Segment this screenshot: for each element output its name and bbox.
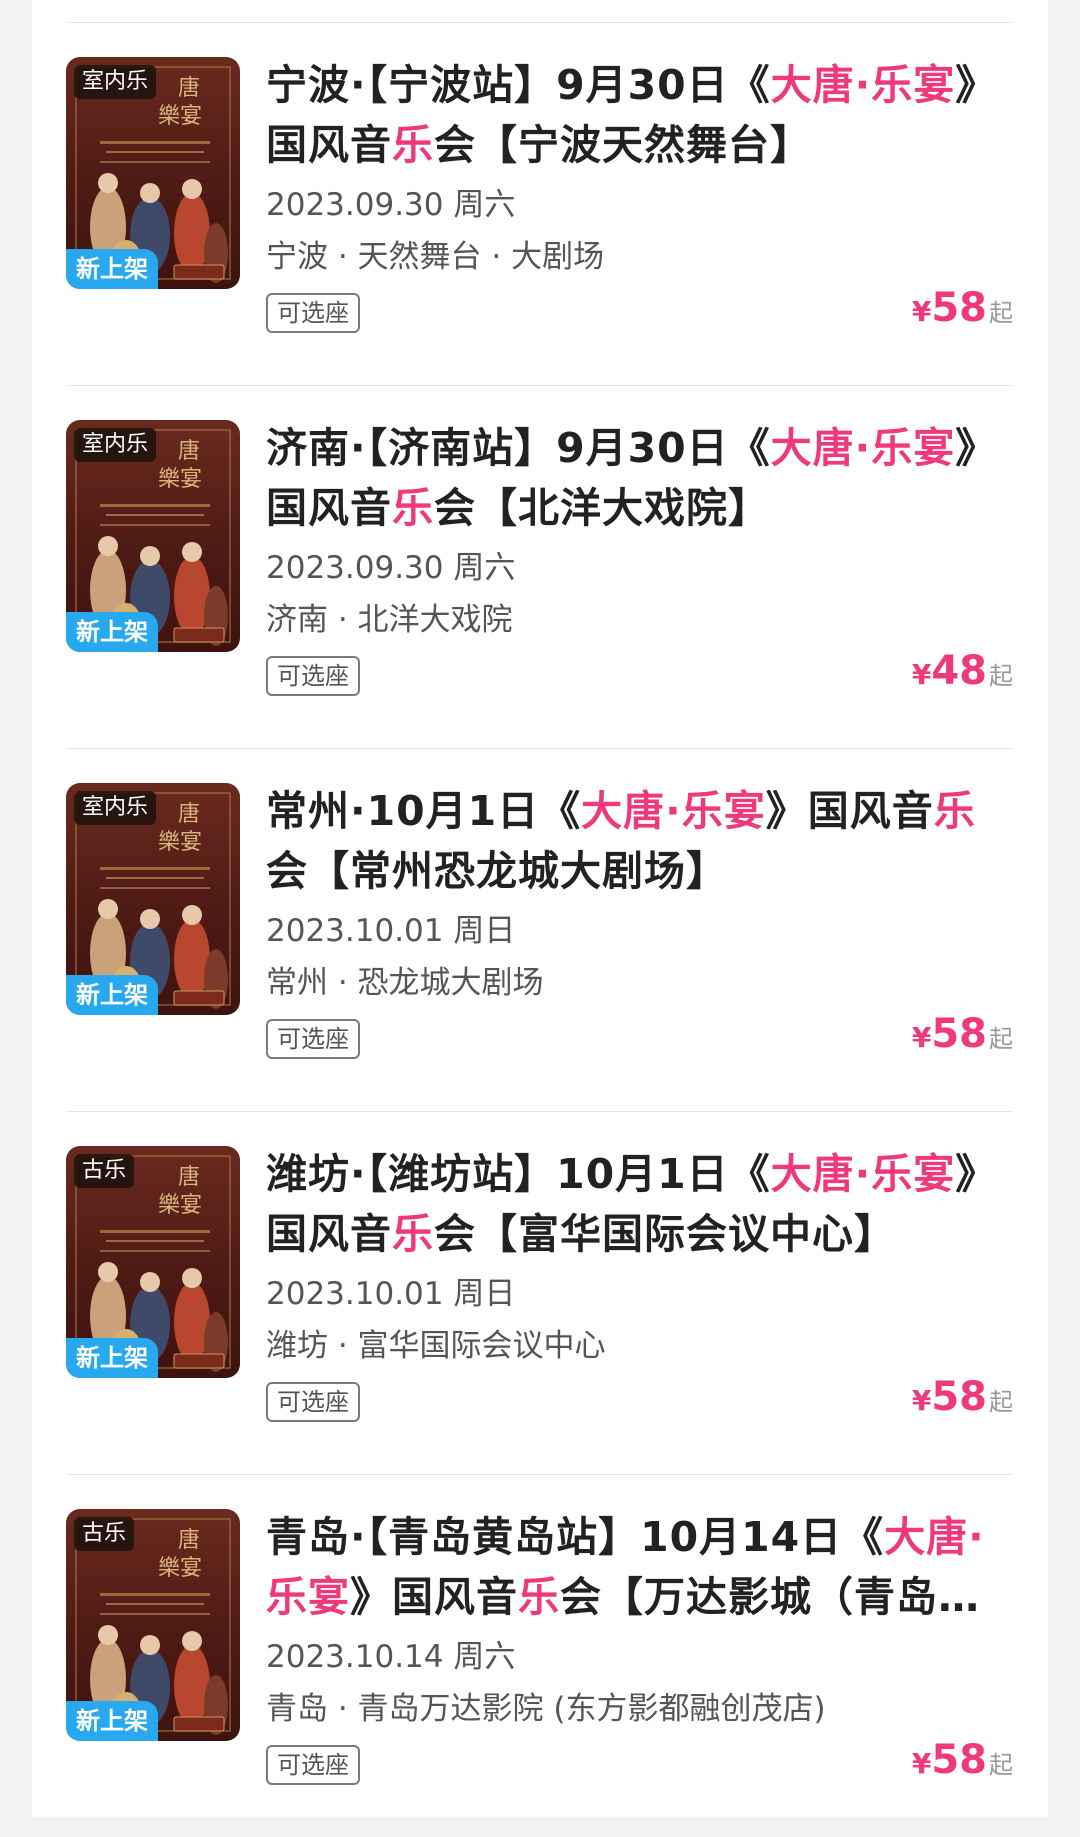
event-price: ¥58起: [912, 1374, 1013, 1420]
event-venue: 济南 · 北洋大戏院: [266, 602, 513, 638]
event-poster[interactable]: 唐 樂宴 室内乐 新上架: [66, 57, 240, 289]
event-poster[interactable]: 唐 樂宴 古乐 新上架: [66, 1146, 240, 1378]
category-tag: 室内乐: [74, 791, 157, 825]
title-text: 会【宁波天然舞台】: [434, 121, 812, 169]
title-text: 青岛·【青岛黄岛站】10月14日《: [266, 1513, 885, 1561]
event-price: ¥48起: [912, 648, 1013, 694]
seat-selectable-badge: 可选座: [266, 656, 360, 696]
category-tag: 室内乐: [74, 428, 157, 462]
svg-text:唐: 唐: [178, 1165, 200, 1190]
category-tag: 室内乐: [74, 65, 157, 99]
seat-selectable-badge: 可选座: [266, 293, 360, 333]
price-currency: ¥: [911, 1021, 932, 1054]
title-text: 潍坊·【潍坊站】10月1日《: [266, 1150, 771, 1198]
title-text: 宁波·【宁波站】9月30日《: [266, 61, 771, 109]
new-badge: 新上架: [66, 1701, 158, 1741]
title-highlight: 乐: [518, 1573, 560, 1621]
event-title[interactable]: 常州·10月1日《大唐·乐宴》国风音乐会【常州恐龙城大剧场】: [266, 781, 1006, 901]
event-venue: 常州 · 恐龙城大剧场: [266, 965, 544, 1001]
event-venue: 宁波 · 天然舞台 · 大剧场: [266, 239, 605, 275]
title-highlight: 大唐·乐宴: [770, 1150, 956, 1198]
event-poster[interactable]: 唐 樂宴 室内乐 新上架: [66, 420, 240, 652]
price-value: 48: [931, 648, 987, 694]
price-currency: ¥: [911, 1384, 932, 1417]
new-badge: 新上架: [66, 249, 158, 289]
event-price: ¥58起: [912, 1737, 1013, 1783]
event-card[interactable]: 唐 樂宴 室内乐 新上架 济南·【济南站】9月30日《大唐·乐宴》国风音乐会【北…: [66, 386, 1013, 748]
svg-text:樂宴: 樂宴: [158, 1556, 202, 1581]
title-highlight: 乐: [392, 1210, 434, 1258]
seat-selectable-badge: 可选座: [266, 1019, 360, 1059]
event-card[interactable]: 唐 樂宴 室内乐 新上架 常州·10月1日《大唐·乐宴》国风音乐会【常州恐龙城大…: [66, 749, 1013, 1111]
event-price: ¥58起: [912, 285, 1013, 331]
seat-selectable-badge: 可选座: [266, 1382, 360, 1422]
event-date: 2023.10.01 周日: [266, 913, 516, 949]
price-currency: ¥: [911, 1747, 932, 1780]
price-value: 58: [931, 1011, 987, 1057]
title-text: 会【常州恐龙城大剧场】: [266, 847, 728, 895]
price-currency: ¥: [911, 658, 932, 691]
title-highlight: 大唐·乐宴: [770, 424, 956, 472]
new-badge: 新上架: [66, 1338, 158, 1378]
title-text: 济南·【济南站】9月30日《: [266, 424, 771, 472]
event-poster[interactable]: 唐 樂宴 室内乐 新上架: [66, 783, 240, 1015]
category-tag: 古乐: [74, 1154, 135, 1188]
price-suffix: 起: [989, 662, 1013, 690]
event-price: ¥58起: [912, 1011, 1013, 1057]
event-date: 2023.09.30 周六: [266, 187, 516, 223]
title-highlight: 大唐·乐宴: [770, 61, 956, 109]
title-highlight: 乐: [933, 787, 976, 835]
title-text: 》国风音: [350, 1573, 518, 1621]
price-suffix: 起: [989, 299, 1013, 327]
event-poster[interactable]: 唐 樂宴 古乐 新上架: [66, 1509, 240, 1741]
title-highlight: 大唐·乐宴: [581, 787, 766, 835]
svg-text:樂宴: 樂宴: [158, 104, 202, 129]
event-title[interactable]: 潍坊·【潍坊站】10月1日《大唐·乐宴》国风音乐会【富华国际会议中心】: [266, 1144, 1006, 1264]
price-value: 58: [931, 1374, 987, 1420]
title-highlight: 乐: [392, 121, 434, 169]
title-text: 》国风音: [765, 787, 934, 835]
event-title[interactable]: 宁波·【宁波站】9月30日《大唐·乐宴》国风音乐会【宁波天然舞台】: [266, 55, 1006, 175]
event-title[interactable]: 青岛·【青岛黄岛站】10月14日《大唐·乐宴》国风音乐会【万达影城（青岛东方影都…: [266, 1507, 1006, 1627]
event-date: 2023.10.14 周六: [266, 1639, 516, 1675]
new-badge: 新上架: [66, 612, 158, 652]
svg-text:唐: 唐: [178, 1528, 200, 1553]
price-currency: ¥: [911, 295, 932, 328]
event-venue: 潍坊 · 富华国际会议中心: [266, 1328, 606, 1364]
category-tag: 古乐: [74, 1517, 135, 1551]
event-date: 2023.10.01 周日: [266, 1276, 516, 1312]
price-suffix: 起: [989, 1751, 1013, 1779]
event-list-panel: 唐 樂宴 室内乐 新上架 宁波·【宁波站】9月30日《大唐·乐宴》国风音乐会【宁…: [32, 0, 1048, 1817]
svg-text:唐: 唐: [178, 439, 200, 464]
event-list: 唐 樂宴 室内乐 新上架 宁波·【宁波站】9月30日《大唐·乐宴》国风音乐会【宁…: [66, 0, 1013, 1837]
svg-text:樂宴: 樂宴: [158, 1193, 202, 1218]
event-card[interactable]: 唐 樂宴 室内乐 新上架 宁波·【宁波站】9月30日《大唐·乐宴》国风音乐会【宁…: [66, 23, 1013, 385]
event-card[interactable]: 唐 樂宴 古乐 新上架 潍坊·【潍坊站】10月1日《大唐·乐宴》国风音乐会【富华…: [66, 1112, 1013, 1474]
event-date: 2023.09.30 周六: [266, 550, 516, 586]
price-suffix: 起: [989, 1388, 1013, 1416]
price-value: 58: [931, 1737, 987, 1783]
title-text: 会【富华国际会议中心】: [434, 1210, 896, 1258]
title-highlight: 乐: [392, 484, 434, 532]
svg-text:樂宴: 樂宴: [158, 467, 202, 492]
new-badge: 新上架: [66, 975, 158, 1015]
svg-text:樂宴: 樂宴: [158, 830, 202, 855]
svg-text:唐: 唐: [178, 802, 200, 827]
seat-selectable-badge: 可选座: [266, 1745, 360, 1785]
title-text: 常州·10月1日《: [266, 787, 582, 835]
event-card[interactable]: 唐 樂宴 古乐 新上架 青岛·【青岛黄岛站】10月14日《大唐·乐宴》国风音乐会…: [66, 1475, 1013, 1837]
price-suffix: 起: [989, 1025, 1013, 1053]
event-title[interactable]: 济南·【济南站】9月30日《大唐·乐宴》国风音乐会【北洋大戏院】: [266, 418, 1006, 538]
svg-text:唐: 唐: [178, 76, 200, 101]
price-value: 58: [931, 285, 987, 331]
title-text: 会【北洋大戏院】: [434, 484, 770, 532]
event-venue: 青岛 · 青岛万达影院 (东方影都融创茂店): [266, 1691, 826, 1727]
